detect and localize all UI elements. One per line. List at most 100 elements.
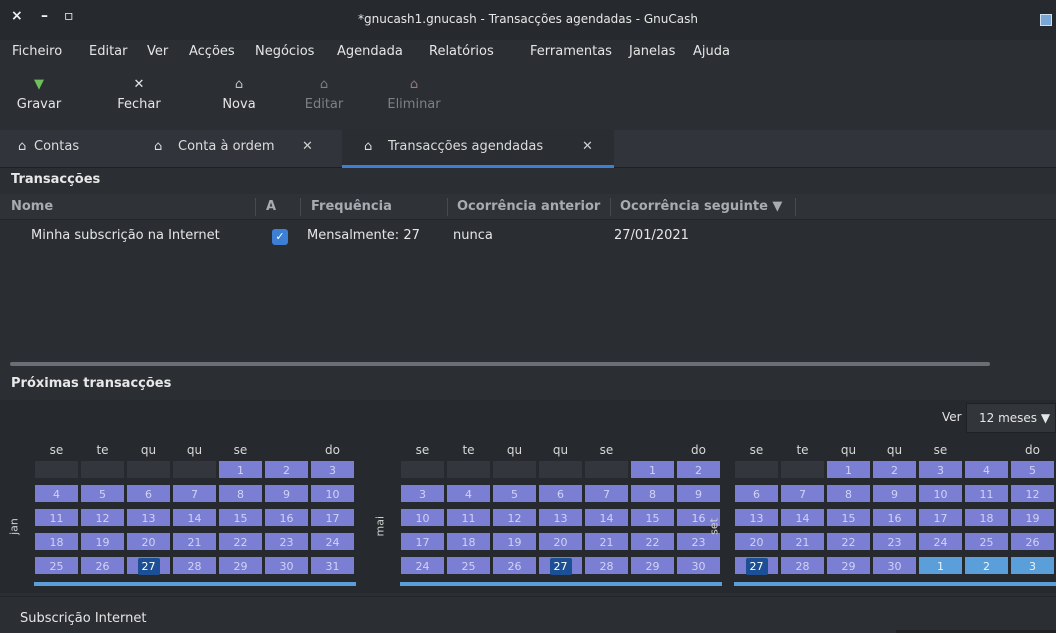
menu-editar[interactable]: Editar (89, 44, 128, 59)
calendar-day[interactable]: 11 (34, 508, 79, 527)
calendar-day[interactable]: 3 (310, 460, 355, 479)
calendar-day[interactable]: 15 (630, 508, 675, 527)
menu-ver[interactable]: Ver (147, 44, 168, 59)
calendar-day[interactable]: 13 (538, 508, 583, 527)
calendar-day[interactable]: 18 (446, 532, 491, 551)
calendar-day[interactable]: 24 (918, 532, 963, 551)
calendar-day[interactable]: 11 (446, 508, 491, 527)
calendar-day[interactable]: 16 (872, 508, 917, 527)
calendar-day[interactable]: 28 (780, 556, 825, 575)
calendar-day[interactable]: 18 (34, 532, 79, 551)
calendar-day[interactable]: 4 (964, 460, 1009, 479)
calendar-day[interactable]: 27 (734, 556, 779, 575)
calendar-day[interactable]: 29 (826, 556, 871, 575)
calendar-day[interactable]: 29 (218, 556, 263, 575)
calendar-day[interactable]: 16 (264, 508, 309, 527)
calendar-day[interactable]: 3 (400, 484, 445, 503)
calendar-day[interactable]: 9 (264, 484, 309, 503)
calendar-day[interactable]: 11 (964, 484, 1009, 503)
calendar-day[interactable]: 26 (492, 556, 537, 575)
calendar-day[interactable]: 20 (538, 532, 583, 551)
calendar-day[interactable]: 15 (826, 508, 871, 527)
menu-agendada[interactable]: Agendada (337, 44, 403, 59)
calendar-day[interactable]: 30 (872, 556, 917, 575)
calendar-day[interactable]: 10 (310, 484, 355, 503)
calendar-day[interactable]: 29 (630, 556, 675, 575)
calendar-day[interactable]: 8 (218, 484, 263, 503)
calendar-day[interactable]: 23 (264, 532, 309, 551)
calendar-day[interactable]: 28 (172, 556, 217, 575)
calendar-day[interactable]: 19 (1010, 508, 1055, 527)
calendar-day[interactable]: 10 (400, 508, 445, 527)
column-a[interactable]: A (266, 199, 276, 214)
calendar-day[interactable]: 23 (872, 532, 917, 551)
column-frequencia[interactable]: Frequência (311, 199, 392, 214)
calendar-day[interactable]: 8 (826, 484, 871, 503)
close-tab-conta-a-ordem-icon[interactable]: ✕ (302, 130, 313, 164)
calendar-day[interactable]: 22 (630, 532, 675, 551)
calendar-day[interactable]: 27 (538, 556, 583, 575)
calendar-day[interactable]: 12 (80, 508, 125, 527)
menu-relatorios[interactable]: Relatórios (429, 44, 494, 59)
calendar-day[interactable]: 21 (172, 532, 217, 551)
tab-transaccoes-agendadas[interactable]: ⌂ Transacções agendadas (342, 130, 614, 168)
calendar-day[interactable]: 3 (918, 460, 963, 479)
calendar-day[interactable]: 5 (492, 484, 537, 503)
calendar-day[interactable]: 1 (826, 460, 871, 479)
calendar-day[interactable]: 22 (218, 532, 263, 551)
close-button[interactable]: ✕ Fechar (112, 76, 166, 124)
menu-ficheiro[interactable]: Ficheiro (12, 44, 62, 59)
calendar-day[interactable]: 30 (264, 556, 309, 575)
calendar-day[interactable]: 31 (310, 556, 355, 575)
calendar-day[interactable]: 1 (218, 460, 263, 479)
calendar-day[interactable]: 6 (538, 484, 583, 503)
menu-accoes[interactable]: Acções (189, 44, 235, 59)
calendar-day[interactable]: 2 (872, 460, 917, 479)
calendar-day[interactable]: 25 (964, 532, 1009, 551)
save-button[interactable]: ▼ Gravar (12, 76, 66, 124)
calendar-day[interactable]: 1 (918, 556, 963, 575)
calendar-day[interactable]: 20 (734, 532, 779, 551)
calendar-day[interactable]: 25 (34, 556, 79, 575)
active-checkbox[interactable]: ✓ (272, 229, 288, 245)
calendar-day[interactable]: 27 (126, 556, 171, 575)
calendar-day[interactable]: 7 (780, 484, 825, 503)
calendar-day[interactable]: 13 (126, 508, 171, 527)
calendar-day[interactable]: 4 (446, 484, 491, 503)
calendar-day[interactable]: 3 (1010, 556, 1055, 575)
horizontal-scrollbar[interactable] (10, 362, 990, 366)
calendar-day[interactable]: 8 (630, 484, 675, 503)
calendar-day[interactable]: 5 (80, 484, 125, 503)
view-period-select[interactable]: 12 meses ▼ (966, 403, 1056, 433)
calendar-day[interactable]: 12 (1010, 484, 1055, 503)
calendar-day[interactable]: 19 (492, 532, 537, 551)
calendar-day[interactable]: 15 (218, 508, 263, 527)
calendar-day[interactable]: 7 (172, 484, 217, 503)
menu-janelas[interactable]: Janelas (629, 44, 675, 59)
calendar-day[interactable]: 6 (126, 484, 171, 503)
calendar-day[interactable]: 1 (630, 460, 675, 479)
calendar-day[interactable]: 21 (584, 532, 629, 551)
calendar-day[interactable]: 17 (918, 508, 963, 527)
column-ocorrencia-anterior[interactable]: Ocorrência anterior (457, 199, 600, 214)
delete-button[interactable]: ⌂ Eliminar (380, 76, 448, 124)
calendar-day[interactable]: 17 (400, 532, 445, 551)
calendar-day[interactable]: 14 (780, 508, 825, 527)
edit-button[interactable]: ⌂ Editar (298, 76, 350, 124)
calendar-day[interactable]: 13 (734, 508, 779, 527)
calendar-day[interactable]: 20 (126, 532, 171, 551)
calendar-day[interactable]: 28 (584, 556, 629, 575)
calendar-day[interactable]: 12 (492, 508, 537, 527)
calendar-day[interactable]: 2 (964, 556, 1009, 575)
calendar-day[interactable]: 24 (400, 556, 445, 575)
new-button[interactable]: ⌂ Nova (216, 76, 262, 124)
calendar-day[interactable]: 25 (446, 556, 491, 575)
calendar-day[interactable]: 22 (826, 532, 871, 551)
calendar-day[interactable]: 17 (310, 508, 355, 527)
calendar-day[interactable]: 7 (584, 484, 629, 503)
calendar-day[interactable]: 4 (34, 484, 79, 503)
calendar-day[interactable]: 9 (872, 484, 917, 503)
menu-ajuda[interactable]: Ajuda (693, 44, 730, 59)
calendar-day[interactable]: 2 (264, 460, 309, 479)
calendar-day[interactable]: 5 (1010, 460, 1055, 479)
